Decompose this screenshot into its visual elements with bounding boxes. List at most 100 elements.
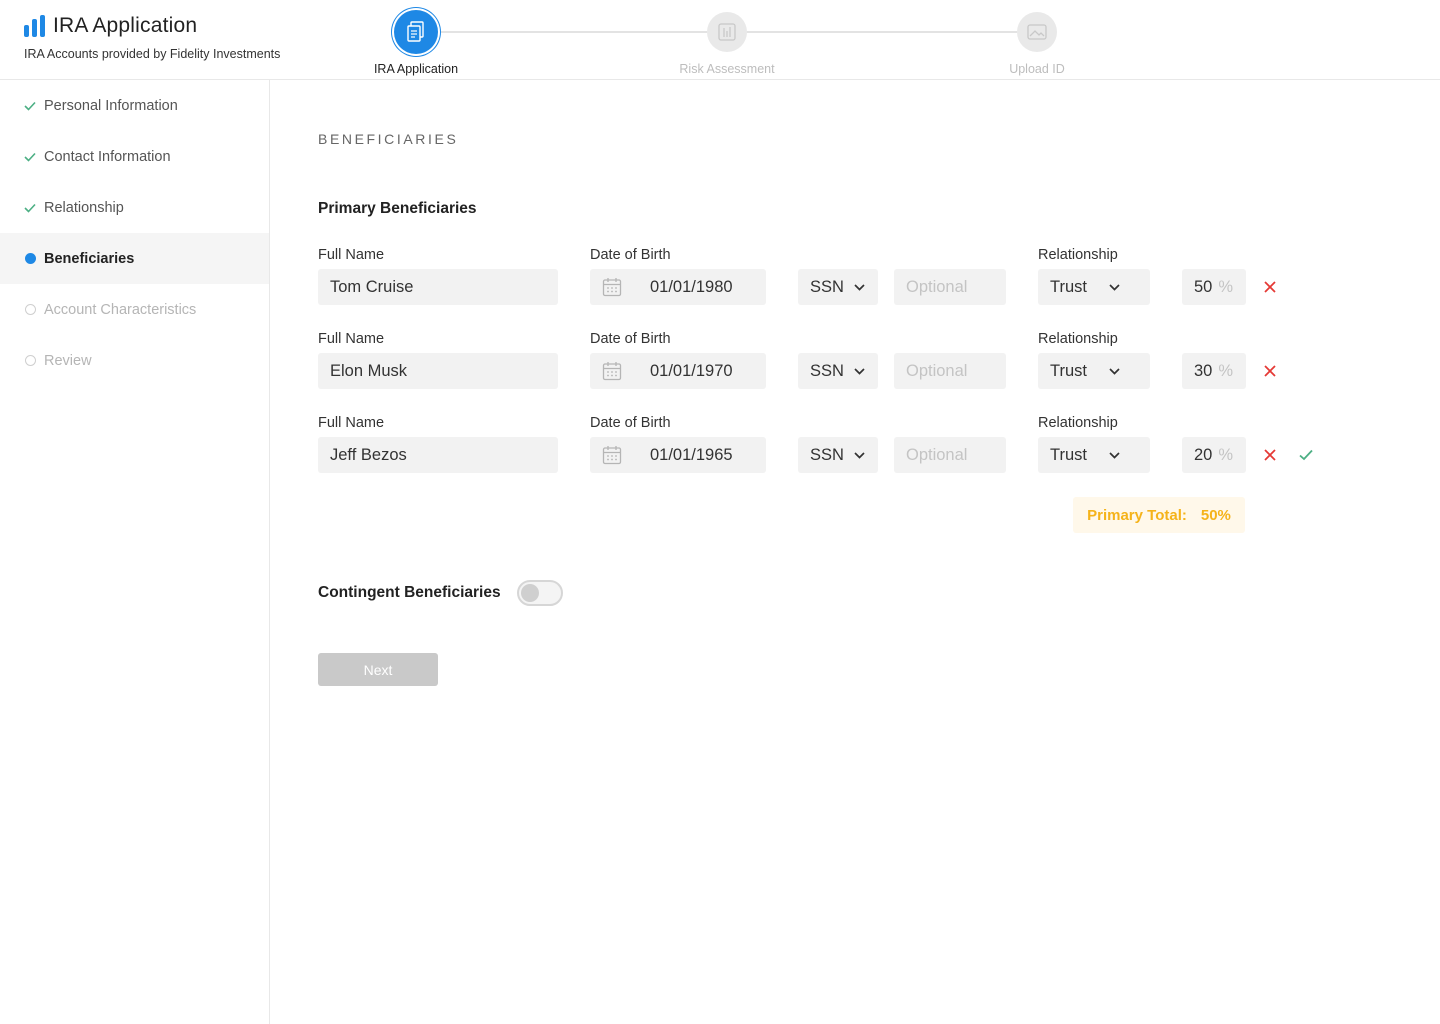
contingent-toggle[interactable]: [516, 580, 563, 606]
check-icon: [24, 203, 36, 213]
app-header: IRA Application IRA Accounts provided by…: [0, 0, 1440, 80]
app-title: IRA Application: [53, 14, 198, 37]
dob-value: 01/01/1970: [650, 361, 733, 380]
chevron-down-icon: [854, 451, 865, 459]
sidebar-item-contact-information[interactable]: Contact Information: [0, 131, 269, 182]
percent-value: 50: [1194, 277, 1213, 296]
dob-label: Date of Birth: [590, 415, 671, 431]
sidebar-item-review[interactable]: Review: [0, 335, 269, 386]
primary-total-label: Primary Total:: [1087, 506, 1187, 524]
toggle-knob: [520, 584, 539, 602]
image-icon: [1027, 24, 1047, 40]
id-type-value: SSN: [810, 277, 844, 296]
ssn-placeholder: Optional: [906, 361, 968, 380]
sidebar-nav: Personal Information Contact Information…: [0, 80, 270, 1024]
remove-icon[interactable]: [1262, 447, 1278, 463]
id-type-select[interactable]: SSN: [798, 269, 878, 305]
id-type-select[interactable]: SSN: [798, 353, 878, 389]
remove-icon[interactable]: [1262, 279, 1278, 295]
sidebar-item-label: Relationship: [44, 199, 124, 216]
relationship-label: Relationship: [1038, 415, 1118, 431]
sidebar-item-relationship[interactable]: Relationship: [0, 182, 269, 233]
bar-chart-logo-icon: [24, 15, 45, 37]
step-ira-application[interactable]: IRA Application: [356, 10, 476, 76]
chevron-down-icon: [854, 283, 865, 291]
step-upload-id[interactable]: Upload ID: [977, 10, 1097, 76]
primary-total-badge: Primary Total: 50%: [1073, 497, 1245, 533]
sidebar-item-account-characteristics[interactable]: Account Characteristics: [0, 284, 269, 335]
relationship-select[interactable]: Trust: [1038, 269, 1150, 305]
ssn-placeholder: Optional: [906, 277, 968, 296]
dob-label: Date of Birth: [590, 247, 671, 263]
full-name-field[interactable]: Jeff Bezos: [318, 437, 558, 473]
percent-sign: %: [1218, 445, 1234, 464]
remove-icon[interactable]: [1262, 363, 1278, 379]
app-subtitle: IRA Accounts provided by Fidelity Invest…: [24, 47, 281, 61]
full-name-label: Full Name: [318, 247, 385, 263]
step-label: IRA Application: [373, 62, 459, 76]
full-name-label: Full Name: [318, 415, 385, 431]
full-name-label: Full Name: [318, 331, 385, 347]
beneficiary-row: Full Name Date of Birth Relationship Tom…: [318, 247, 1418, 317]
ssn-field[interactable]: Optional: [894, 353, 1006, 389]
check-icon: [24, 152, 36, 162]
dob-value: 01/01/1980: [650, 277, 733, 296]
contingent-beneficiaries-title: Contingent Beneficiaries: [318, 584, 501, 601]
active-dot-icon: [24, 253, 36, 264]
relationship-select[interactable]: Trust: [1038, 353, 1150, 389]
percent-field[interactable]: 20 %: [1182, 437, 1246, 473]
id-type-select[interactable]: SSN: [798, 437, 878, 473]
sidebar-item-label: Personal Information: [44, 97, 178, 114]
dob-field[interactable]: 01/01/1970: [590, 353, 766, 389]
relationship-value: Trust: [1050, 277, 1087, 296]
ssn-field[interactable]: Optional: [894, 437, 1006, 473]
chevron-down-icon: [854, 367, 865, 375]
relationship-label: Relationship: [1038, 247, 1118, 263]
percent-value: 20: [1194, 445, 1213, 464]
sidebar-item-label: Beneficiaries: [44, 250, 135, 267]
full-name-value: Tom Cruise: [330, 277, 414, 296]
ssn-placeholder: Optional: [906, 445, 968, 464]
percent-field[interactable]: 50 %: [1182, 269, 1246, 305]
chevron-down-icon: [1109, 367, 1120, 375]
section-title: BENEFICIARIES: [318, 131, 459, 147]
ssn-field[interactable]: Optional: [894, 269, 1006, 305]
sidebar-item-label: Account Characteristics: [44, 301, 197, 318]
document-icon: [407, 21, 424, 42]
percent-field[interactable]: 30 %: [1182, 353, 1246, 389]
relationship-value: Trust: [1050, 445, 1087, 464]
full-name-value: Elon Musk: [330, 361, 408, 380]
sidebar-item-beneficiaries[interactable]: Beneficiaries: [0, 233, 269, 284]
empty-circle-icon: [24, 304, 36, 315]
relationship-select[interactable]: Trust: [1038, 437, 1150, 473]
percent-sign: %: [1218, 277, 1234, 296]
percent-value: 30: [1194, 361, 1213, 380]
next-button[interactable]: Next: [318, 653, 438, 686]
confirm-check-icon[interactable]: [1298, 447, 1314, 463]
contingent-section: Contingent Beneficiaries: [318, 580, 563, 606]
sidebar-item-personal-information[interactable]: Personal Information: [0, 80, 269, 131]
dob-label: Date of Birth: [590, 331, 671, 347]
relationship-value: Trust: [1050, 361, 1087, 380]
chart-icon: [718, 23, 736, 41]
check-icon: [24, 101, 36, 111]
calendar-icon: [602, 362, 622, 381]
id-type-value: SSN: [810, 361, 844, 380]
empty-circle-icon: [24, 355, 36, 366]
chevron-down-icon: [1109, 283, 1120, 291]
step-label: Risk Assessment: [679, 62, 775, 76]
dob-field[interactable]: 01/01/1965: [590, 437, 766, 473]
primary-beneficiaries-title: Primary Beneficiaries: [318, 200, 477, 217]
id-type-value: SSN: [810, 445, 844, 464]
calendar-icon: [602, 278, 622, 297]
sidebar-item-label: Review: [44, 352, 92, 369]
full-name-field[interactable]: Tom Cruise: [318, 269, 558, 305]
beneficiary-row: Full Name Date of Birth Relationship Elo…: [318, 331, 1418, 401]
progress-stepper: IRA Application Risk Assessment Upload I…: [360, 0, 1100, 80]
full-name-value: Jeff Bezos: [330, 445, 407, 464]
sidebar-item-label: Contact Information: [44, 148, 171, 165]
full-name-field[interactable]: Elon Musk: [318, 353, 558, 389]
relationship-label: Relationship: [1038, 331, 1118, 347]
step-risk-assessment[interactable]: Risk Assessment: [667, 10, 787, 76]
dob-field[interactable]: 01/01/1980: [590, 269, 766, 305]
